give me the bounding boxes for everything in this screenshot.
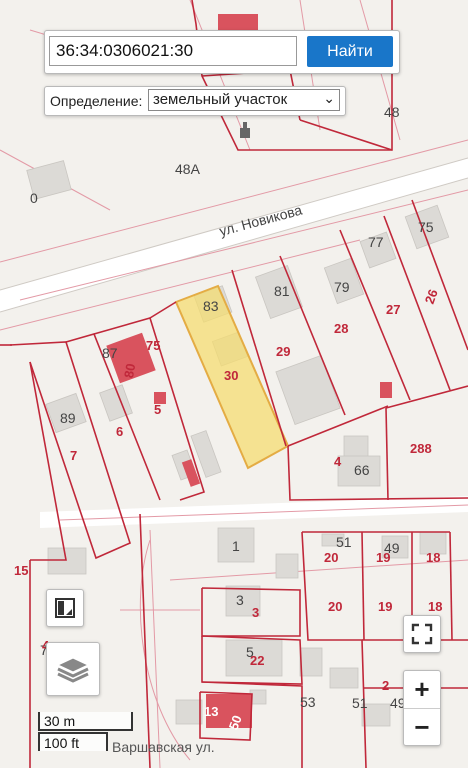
- house-number: 0: [30, 190, 38, 206]
- parcel-number: 20: [328, 599, 342, 614]
- fullscreen-icon: [411, 623, 433, 645]
- scale-imperial: 100 ft: [38, 732, 108, 751]
- parcel-number: 20: [324, 550, 338, 565]
- parcel-number: 19: [376, 550, 390, 565]
- parcel-number: 75: [146, 338, 160, 353]
- house-number: 53: [300, 694, 316, 710]
- zoom-control: + −: [403, 670, 441, 746]
- zoom-in-button[interactable]: +: [404, 671, 440, 709]
- parcel-number: 27: [386, 302, 400, 317]
- parcel-number: 7: [70, 448, 77, 463]
- scale-bar: 30 m 100 ft: [38, 712, 137, 754]
- house-number: 89: [60, 410, 76, 426]
- house-number: 83: [203, 298, 219, 314]
- house-number: 48А: [175, 161, 201, 177]
- parcel-number: 6: [116, 424, 123, 439]
- definition-label: Определение:: [50, 93, 143, 109]
- house-number: 66: [354, 462, 370, 478]
- house-number: 87: [102, 345, 118, 361]
- parcel-number: 22: [250, 653, 264, 668]
- parcel-number: 80: [121, 362, 138, 379]
- house-number: 3: [236, 592, 244, 608]
- house-number: 81: [274, 283, 290, 299]
- cadastral-map-button[interactable]: [46, 589, 84, 627]
- parcel-number: 18: [426, 550, 440, 565]
- parcel-number: 288: [410, 441, 432, 456]
- parcel-number: 3: [252, 605, 259, 620]
- house-number: 51: [336, 534, 352, 550]
- house-number: 51: [352, 695, 368, 711]
- definition-select[interactable]: земельный участок ⌄: [148, 89, 340, 111]
- layers-icon: [56, 657, 90, 683]
- house-number: 79: [334, 279, 350, 295]
- house-number: 77: [368, 234, 384, 250]
- parcel-number: 13: [204, 704, 218, 719]
- cadastral-map-icon: [55, 598, 75, 618]
- search-bar: Найти: [44, 30, 400, 74]
- chevron-down-icon: ⌄: [323, 90, 335, 106]
- parcel-number: 4: [334, 454, 342, 469]
- parcel-number: 5: [154, 402, 161, 417]
- house-number: 1: [232, 538, 240, 554]
- parcel-number: 18: [428, 599, 442, 614]
- parcel-number: 19: [378, 599, 392, 614]
- parcel-number: 15: [14, 563, 28, 578]
- cadastral-number-input[interactable]: [49, 36, 297, 66]
- definition-selected-value: земельный участок: [153, 91, 288, 108]
- scale-metric: 30 m: [38, 712, 133, 731]
- parcel-number: 2: [382, 678, 389, 693]
- parcel-number: 28: [334, 321, 348, 336]
- house-number: 48: [384, 104, 400, 120]
- zoom-out-button[interactable]: −: [404, 709, 440, 746]
- definition-bar: Определение: земельный участок ⌄: [44, 86, 346, 116]
- parcel-number: 29: [276, 344, 290, 359]
- house-number: 75: [418, 219, 434, 235]
- search-button[interactable]: Найти: [307, 36, 393, 67]
- layers-button[interactable]: [46, 642, 100, 696]
- fullscreen-button[interactable]: [403, 615, 441, 653]
- parcel-number: 30: [224, 368, 238, 383]
